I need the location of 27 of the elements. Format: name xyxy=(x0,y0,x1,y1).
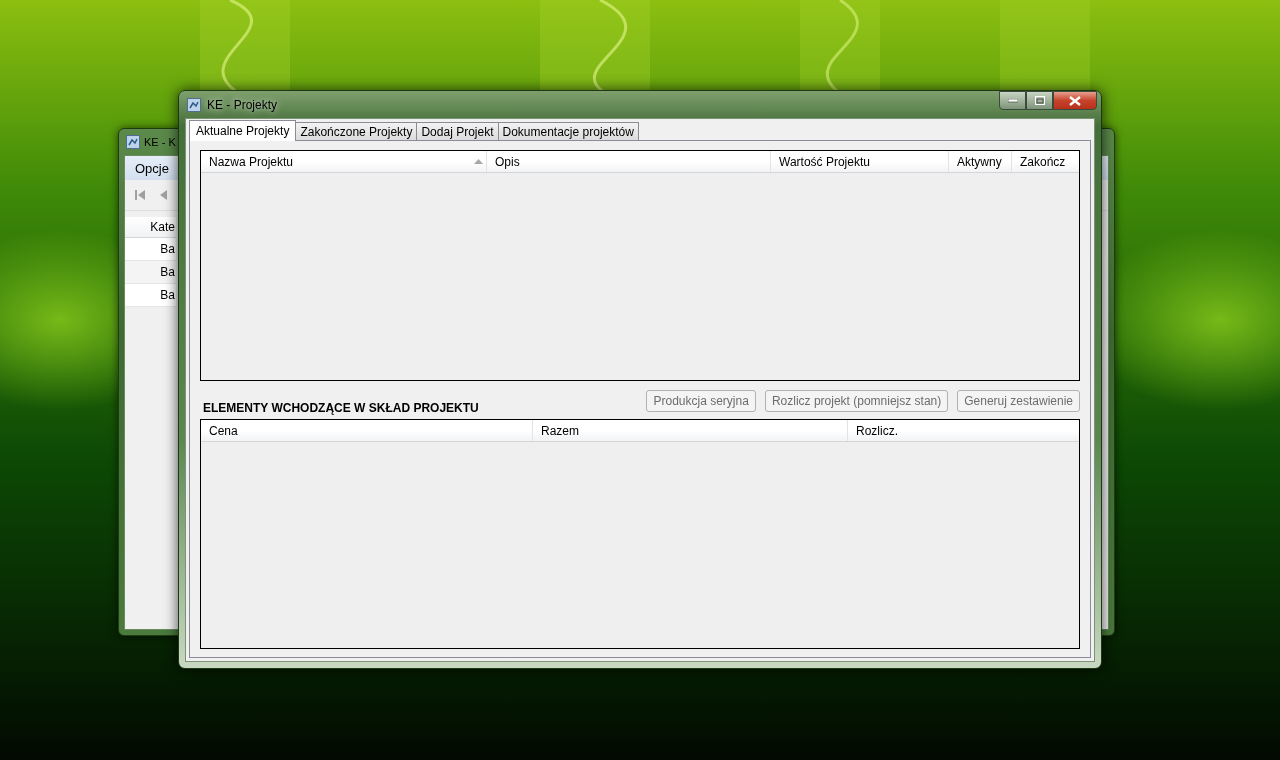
column-header[interactable]: Rozlicz. xyxy=(848,420,1079,441)
app-icon xyxy=(126,135,140,149)
table-cell: Ba xyxy=(160,265,175,279)
close-button[interactable] xyxy=(1053,91,1097,110)
window-title: KE - Projekty xyxy=(207,97,278,112)
column-header[interactable]: Aktywny xyxy=(949,151,1012,172)
window-title: KE - K xyxy=(144,136,176,148)
table-cell: Ba xyxy=(160,242,175,256)
tab[interactable]: Zakończone Projekty xyxy=(295,122,418,140)
table-cell: Ba xyxy=(160,288,175,302)
menu-item[interactable]: Opcje xyxy=(135,160,169,176)
column-header[interactable]: Razem xyxy=(533,420,848,441)
column-header[interactable]: Cena xyxy=(201,420,533,441)
minimize-icon xyxy=(1007,98,1018,103)
app-icon xyxy=(187,97,201,112)
minimize-button[interactable] xyxy=(999,91,1026,110)
tab[interactable]: Aktualne Projekty xyxy=(189,120,297,141)
maximize-button[interactable] xyxy=(1026,91,1053,110)
column-header[interactable]: Opis xyxy=(487,151,771,172)
close-icon xyxy=(1069,95,1081,106)
section-title: ELEMENTY WCHODZĄCE W SKŁAD PROJEKTU xyxy=(203,401,479,415)
maximize-icon xyxy=(1034,96,1045,105)
tab[interactable]: Dodaj Projekt xyxy=(416,122,499,140)
column-header[interactable]: Zakończ xyxy=(1012,151,1079,172)
tab[interactable]: Dokumentacje projektów xyxy=(497,122,639,140)
column-header[interactable]: Nazwa Projektu xyxy=(201,151,487,172)
column-header[interactable]: Wartość Projektu xyxy=(771,151,949,172)
